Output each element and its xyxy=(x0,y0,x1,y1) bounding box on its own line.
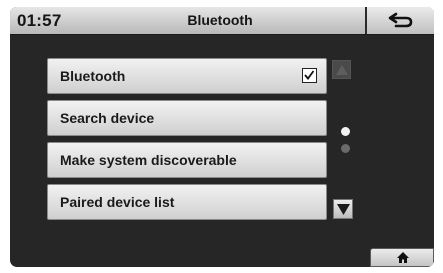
paired-device-list-item[interactable]: Paired device list xyxy=(47,184,327,220)
screen: 01:57 Bluetooth Bluetooth Search device … xyxy=(10,7,434,267)
page-indicator-inactive xyxy=(341,144,350,153)
triangle-down-icon xyxy=(337,204,350,215)
title-bar: 01:57 Bluetooth xyxy=(10,7,434,35)
back-arrow-icon xyxy=(388,12,413,28)
menu-item-label: Make system discoverable xyxy=(60,152,237,168)
search-device-item[interactable]: Search device xyxy=(47,100,327,136)
bluetooth-checkbox[interactable] xyxy=(302,68,317,83)
page-title: Bluetooth xyxy=(187,12,253,28)
make-discoverable-item[interactable]: Make system discoverable xyxy=(47,142,327,178)
back-button[interactable] xyxy=(365,7,434,34)
home-icon xyxy=(397,252,409,263)
scroll-down-button[interactable] xyxy=(333,199,353,219)
menu-item-label: Paired device list xyxy=(60,194,175,210)
scroll-up-button[interactable] xyxy=(332,60,351,79)
clock: 01:57 xyxy=(17,11,62,30)
triangle-up-icon xyxy=(336,65,348,75)
home-button[interactable] xyxy=(370,248,434,267)
checkmark-icon xyxy=(304,70,315,80)
bluetooth-toggle-item[interactable]: Bluetooth xyxy=(47,58,327,94)
menu-item-label: Bluetooth xyxy=(60,68,126,84)
page-indicator-active xyxy=(341,127,350,136)
menu-item-label: Search device xyxy=(60,110,155,126)
